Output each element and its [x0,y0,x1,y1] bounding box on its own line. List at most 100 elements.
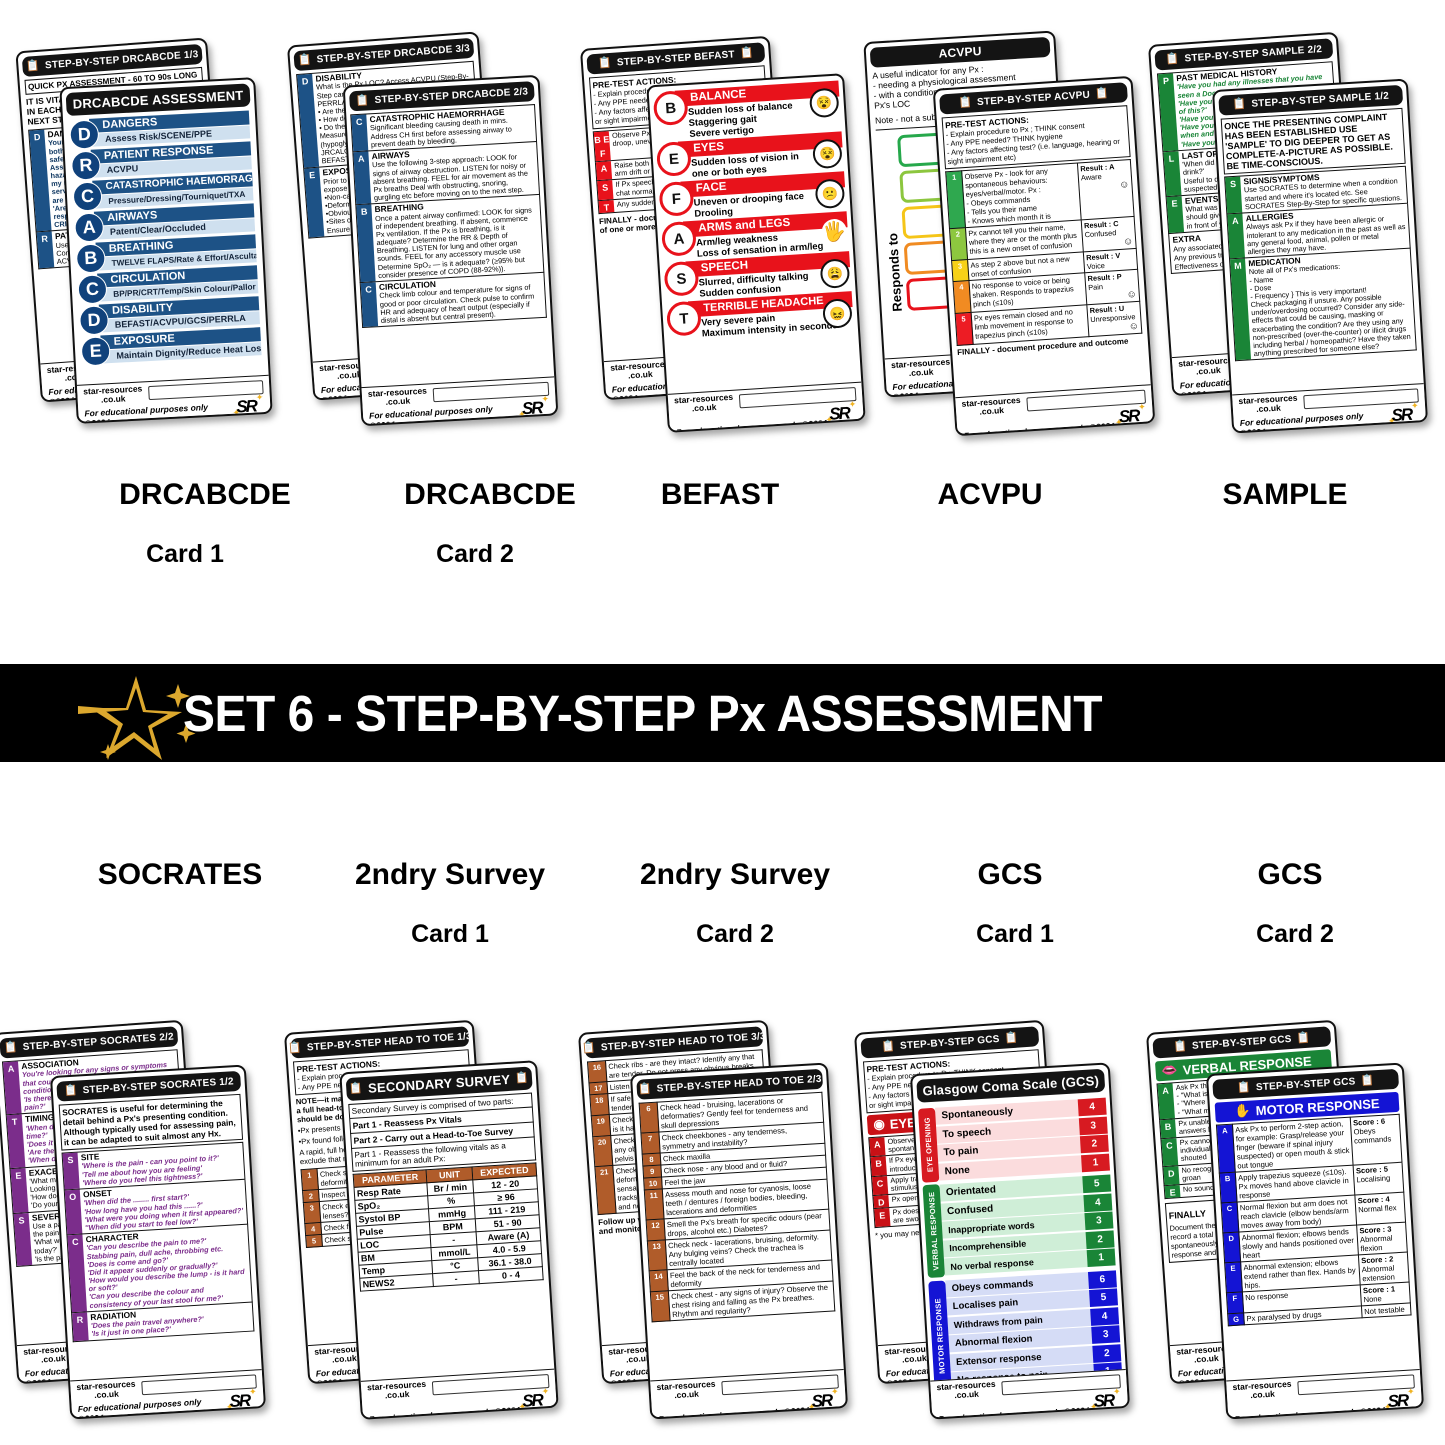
row-letter: E [1224,1261,1243,1293]
section-row: B BREATHING Once a patent airway confirm… [355,195,545,284]
card-title: STEP-BY-STEP SAMPLE 1/2 [1251,90,1390,110]
sr-logo: SR✦✦ [232,392,264,418]
card-title: STEP-BY-STEP SOCRATES 1/2 [82,1075,235,1096]
sr-logo: SR✦✦ [517,393,550,420]
sr-logo: SR✦✦ [825,399,857,425]
card-title: DRCABCDE ASSESSMENT [72,87,244,112]
gcs-group-eye-opening: EYE OPENING Spontaneously 4 To speech 3 … [917,1097,1110,1183]
step-text: Observe Px - look for any spontaneous be… [961,163,1082,228]
caption-title-drcabcde-1: DRCABCDE [119,478,291,511]
score-word: Normal flex [1357,1203,1397,1215]
step-num: 6 [639,1102,659,1134]
gcs-score: 2 [1085,1229,1115,1249]
set-banner: SET 6 - STEP-BY-STEP Px ASSESSMENT [0,664,1445,762]
step-num: 1 [301,1168,319,1191]
card-title: STEP-BY-STEP DRCABCDE 3/3 [316,42,471,65]
edu-notice: For educational purposes only ©2024 [938,1405,1090,1420]
step-num: 20 [592,1135,613,1167]
card-drcabcde-assessment[interactable]: DRCABCDE ASSESSMENT D DANGERS Assess Ris… [59,77,273,424]
gcs-score: 4 [1077,1097,1107,1117]
clipboard-icon-right: 📋 [1296,1031,1311,1045]
card-secondary-survey[interactable]: 📋 SECONDARY SURVEY 📋 Secondary Survey is… [339,1060,559,1420]
section-row: M MEDICATION Note all of Px's medication… [1229,248,1417,362]
site-url-2: .co.uk [673,1388,700,1400]
step-num: 13 [647,1239,668,1271]
card-title: STEP-BY-STEP GCS [1255,1075,1356,1093]
gcs-score: 4 [1090,1306,1120,1326]
step-num: 12 [646,1218,666,1241]
card-gcs-scale-front[interactable]: Glasgow Coma Scale (GCS) EYE OPENING Spo… [909,1062,1131,1420]
site-url-2: .co.uk [1255,402,1282,414]
socrates-intro: SOCRATES is useful for determining the d… [58,1093,244,1151]
edu-notice: For educational purposes only ©2024 [675,417,828,433]
card-acvpu-front[interactable]: 📋 STEP-BY-STEP ACVPU 📋 PRE-TEST ACTIONS:… [932,75,1156,437]
site-url-2: .co.uk [1249,1388,1276,1400]
sample-intro: ONCE THE PRESENTING COMPLAINT HAS BEEN E… [1220,107,1406,175]
card-footer: star-resources.co.uk For educational pur… [955,384,1154,436]
site-url-2: .co.uk [901,1352,927,1364]
card-footer: star-resources.co.uk For educational pur… [361,376,557,426]
cell-unit: - [432,1270,480,1287]
card-head-to-toe-2-3[interactable]: 📋 STEP-BY-STEP HEAD TO TOE 2/3 6 Check he… [629,1062,849,1420]
final-title: FINALLY [1168,1208,1207,1221]
clipboard-icon: 📋 [1232,97,1247,111]
row-letter: F [1226,1291,1244,1314]
gcs-group-verbal-response: VERBAL RESPONSE Orientated 5 Confused 4 … [922,1174,1116,1279]
step-num: 15 [650,1290,671,1322]
clipboard-icon: 📋 [3,1040,19,1054]
card-befast-front[interactable]: B BALANCE Sudden loss of balance Stagger… [646,73,866,433]
clipboard-icon: 📋 [297,53,313,67]
befast-rows: B BALANCE Sudden loss of balance Stagger… [648,75,858,341]
clipboard-icon: 📋 [355,93,370,107]
step-num: 19 [591,1114,611,1137]
caption-title-gcs-2: GCS [1257,858,1323,891]
site-url-2: .co.uk [40,1352,66,1364]
edu-notice: For educational purposes only ©2024 [368,1404,521,1420]
hand-icon: 🖐 [821,218,848,245]
hand-icon: ✋ [1234,1102,1252,1119]
row-letter: D [1222,1232,1241,1263]
lips-icon: 👄 [1161,1061,1179,1079]
sr-logo: SR✦✦ [1089,1386,1121,1413]
clipboard-icon-right: 📋 [1094,86,1110,100]
card-gcs-motor-front[interactable]: 📋 STEP-BY-STEP GCS 📋 ✋ MOTOR RESPONSE A … [1205,1062,1425,1420]
caption-title-2ndry-1: 2ndry Survey [354,858,546,891]
step-num: 10 [643,1176,663,1191]
step-num: 14 [649,1269,669,1292]
gcs-score: 3 [1084,1211,1114,1231]
section-letter: T [598,199,615,213]
sr-logo: SR✦✦ [518,1386,550,1412]
site-url-2: .co.uk [1193,1352,1219,1364]
gcs-score: 1 [1086,1248,1116,1268]
card-title: STEP-BY-STEP ACVPU [976,89,1091,108]
card-footer: star-resources.co.uk For educational pur… [76,374,271,424]
section-letter: S [597,180,614,200]
card-sample-1-2[interactable]: 📋 STEP-BY-STEP SAMPLE 1/2 ONCE THE PRESE… [1211,78,1429,434]
edu-notice: For educational purposes only ©2024 [84,402,209,424]
card-footer: star-resources.co.uk For educational pur… [667,381,864,433]
clipboard-icon: 📋 [880,1039,896,1053]
site-url-2: .co.uk [691,401,717,413]
score-word: Abnormal flexion [1359,1233,1393,1254]
section-letter: E [1164,1184,1181,1198]
banner-title: SET 6 - STEP-BY-STEP Px ASSESSMENT [183,684,1103,742]
section-text: Use the following 3-step approach: LOOK … [371,152,529,203]
site-url-2: .co.uk [627,368,653,380]
section-letter: C [872,1175,889,1196]
vitals-table: PARAMETER UNIT EXPECTED Resp Rate Br / mi… [353,1162,544,1292]
caption-title-2ndry-2: 2ndry Survey [639,858,831,891]
step-num: 7 [640,1132,661,1155]
star-icon [78,676,196,760]
card-title: STEP-BY-STEP SOCRATES 2/2 [22,1030,175,1053]
card-drcabcde-2-3[interactable]: 📋 STEP-BY-STEP DRCABCDE 2/3 C CATASTROPH… [342,74,559,427]
site-url-2: .co.uk [93,1388,120,1400]
site-url-2: .co.uk [953,1388,980,1400]
card-socrates-1-2[interactable]: 📋 STEP-BY-STEP SOCRATES 1/2 SOCRATES is … [49,1064,267,1420]
row-letter: B [1219,1172,1238,1204]
gcs-score: 5 [1089,1288,1118,1307]
card-title: Glasgow Coma Scale (GCS) [922,1073,1100,1099]
section-row: C CHARACTER 'Can you describe the pain t… [66,1224,253,1314]
site-url-2: .co.uk [100,392,126,405]
steps-table: 6 Check head - bruising, lacerations or d… [639,1092,836,1323]
site-url-2: .co.uk [908,366,934,378]
